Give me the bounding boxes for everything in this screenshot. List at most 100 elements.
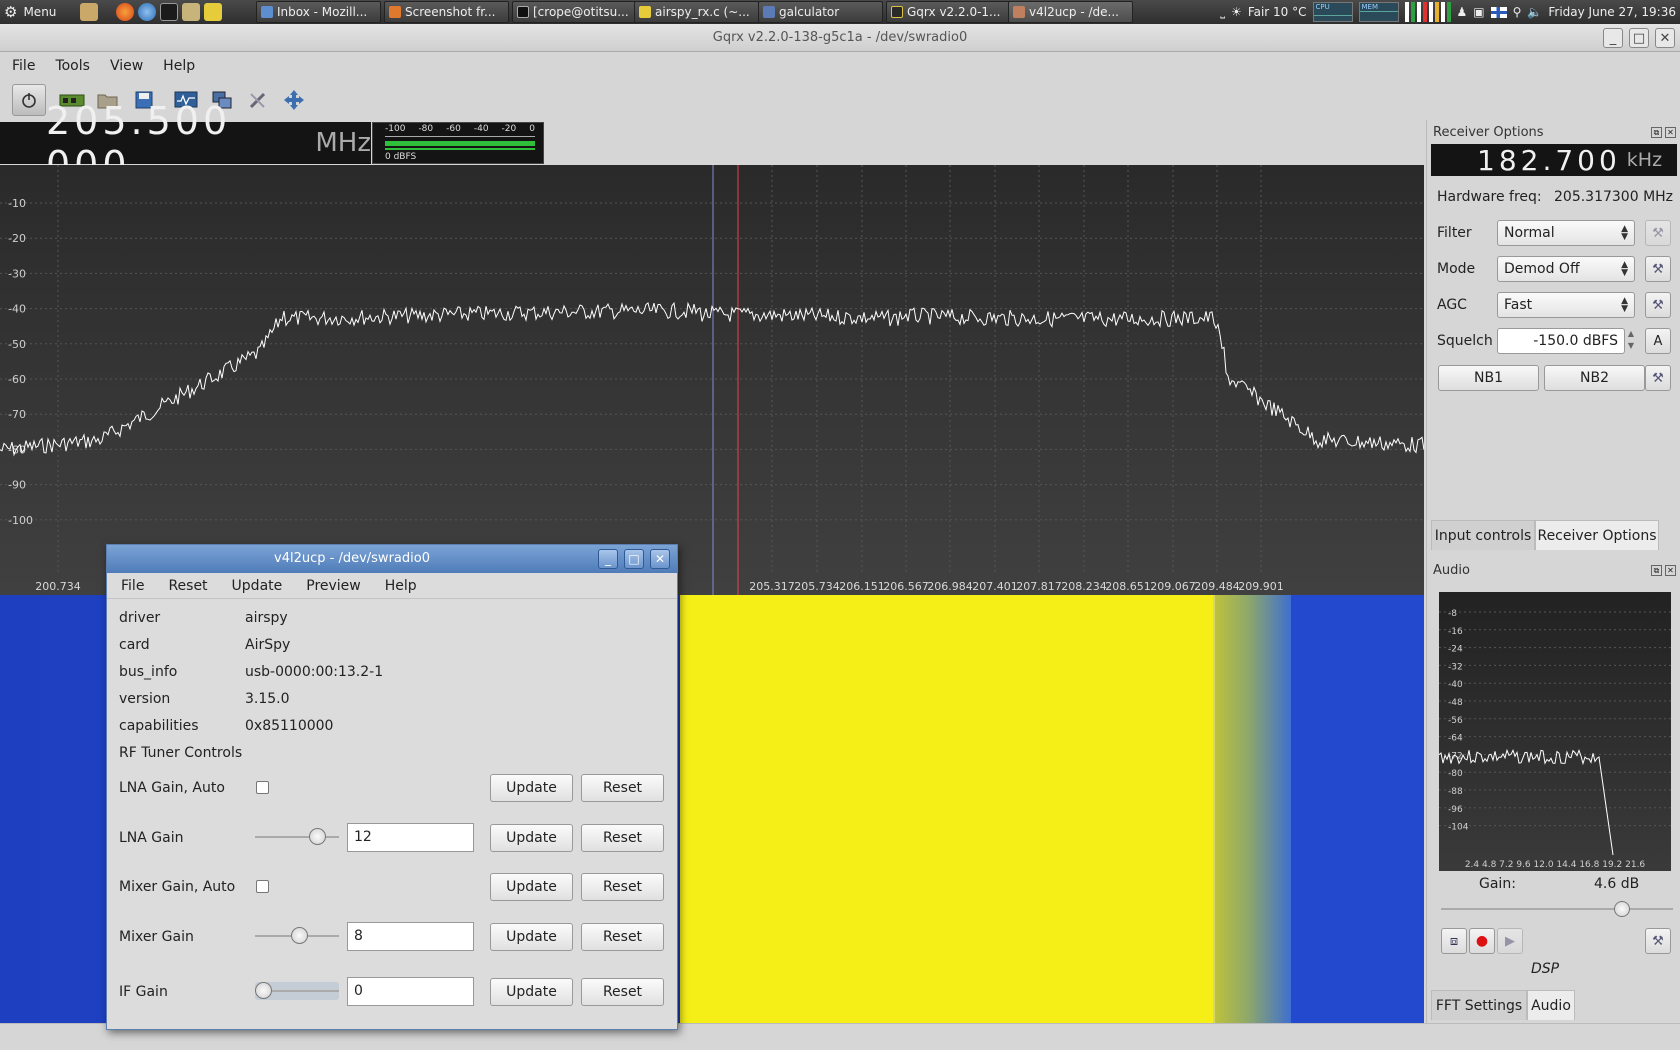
agc-select[interactable]: Fast ▲ ▼: [1497, 292, 1635, 318]
mixer-gain-input[interactable]: 8: [347, 922, 474, 951]
audio-udp-button[interactable]: ⧈: [1441, 928, 1467, 954]
agc-options-button[interactable]: ⚒: [1645, 292, 1671, 318]
if-gain-slider[interactable]: [255, 982, 339, 1000]
menu-tools[interactable]: Tools: [43, 58, 98, 74]
power-toggle-button[interactable]: [12, 84, 46, 116]
firefox-launcher-icon[interactable]: [116, 3, 134, 21]
lna-gain-input[interactable]: 12: [347, 823, 474, 852]
mem-label: MEM: [1361, 3, 1379, 11]
mixer-auto-checkbox[interactable]: [256, 880, 269, 893]
mixer-gain-reset-button[interactable]: Reset: [581, 923, 664, 951]
lna-gain-reset-button[interactable]: Reset: [581, 824, 664, 852]
nb2-button[interactable]: NB2: [1544, 365, 1645, 391]
tab-fft-settings[interactable]: FFT Settings: [1431, 990, 1527, 1020]
clock[interactable]: Friday June 27, 19:36: [1548, 5, 1676, 19]
file-manager-launcher-icon[interactable]: [80, 3, 98, 21]
offset-digits[interactable]: 182.700: [1477, 144, 1621, 177]
lna-auto-checkbox[interactable]: [256, 781, 269, 794]
thunderbird-launcher-icon[interactable]: [138, 3, 156, 21]
audio-fft-plot[interactable]: -8 -16 -24 -32 -40 -48 -56 -64 -72 -80 -88 -96 -104 2…: [1438, 592, 1671, 871]
task-v4l2ucp[interactable]: v4l2ucp - /de...: [1008, 1, 1133, 23]
frequency-display[interactable]: 205.500 000 MHz: [0, 99, 371, 187]
audio-record-button[interactable]: ●: [1469, 928, 1495, 954]
meter-tick: -100: [385, 124, 406, 134]
audio-gain-slider[interactable]: [1441, 900, 1673, 918]
task-screenshot[interactable]: Screenshot fr...: [384, 1, 509, 23]
dialog-maximize-button[interactable]: □: [624, 549, 644, 569]
finnish-flag-icon[interactable]: [1490, 6, 1507, 18]
volume-icon[interactable]: 🔈: [1527, 5, 1542, 19]
nb-options-button[interactable]: ⚒: [1645, 365, 1671, 391]
close-dock-icon[interactable]: ✕: [1665, 565, 1676, 576]
start-menu-button[interactable]: ⚙ Menu: [4, 2, 56, 22]
tab-receiver-options[interactable]: Receiver Options: [1535, 520, 1659, 550]
mixer-gain-slider[interactable]: [255, 927, 339, 945]
dialog-menu-update[interactable]: Update: [218, 578, 293, 594]
dialog-menu-preview[interactable]: Preview: [292, 578, 371, 594]
dialog-title-bar[interactable]: v4l2ucp - /dev/swradio0 _ □ ✕: [107, 545, 677, 573]
if-gain-reset-button[interactable]: Reset: [581, 978, 664, 1006]
folder-launcher-icon[interactable]: [182, 3, 200, 21]
dialog-menu-file[interactable]: File: [107, 578, 154, 594]
task-terminal[interactable]: [crope@otitsu...: [512, 1, 637, 23]
task-inbox[interactable]: Inbox - Mozill...: [256, 1, 381, 23]
slider-handle[interactable]: [290, 927, 308, 944]
menu-view[interactable]: View: [98, 58, 151, 74]
lna-auto-update-button[interactable]: Update: [490, 774, 573, 802]
weather-text[interactable]: Fair 10 °C: [1248, 5, 1307, 19]
nb1-button[interactable]: NB1: [1438, 365, 1539, 391]
slider-handle[interactable]: [255, 982, 272, 999]
filter-value: Normal: [1504, 225, 1555, 241]
spectrum-plot[interactable]: -10 -20 -30 -40 -50 -60 -70 -80 -90 -100 200.734 20…: [0, 165, 1424, 595]
squelch-spinbox[interactable]: -150.0 dBFS: [1497, 328, 1625, 354]
task-editor[interactable]: airspy_rx.c (~...: [634, 1, 759, 23]
meter-tick: 0: [529, 124, 535, 134]
audio-play-button[interactable]: ▶: [1497, 928, 1523, 954]
tab-input-controls[interactable]: Input controls: [1431, 520, 1535, 550]
terminal-launcher-icon[interactable]: [160, 3, 178, 21]
float-icon[interactable]: ⧉: [1651, 127, 1662, 138]
maximize-button[interactable]: □: [1629, 28, 1649, 48]
lna-auto-reset-button[interactable]: Reset: [581, 774, 664, 802]
mode-options-button[interactable]: ⚒: [1645, 256, 1671, 282]
lna-gain-update-button[interactable]: Update: [490, 824, 573, 852]
clipboard-icon[interactable]: ▣: [1473, 5, 1484, 19]
mixer-auto-update-button[interactable]: Update: [490, 873, 573, 901]
filter-select[interactable]: Normal ▲ ▼: [1497, 220, 1635, 246]
waterfall-signal-band: [680, 595, 1213, 1023]
dialog-menu-reset[interactable]: Reset: [154, 578, 217, 594]
float-icon[interactable]: ⧉: [1651, 565, 1662, 576]
tools-icon: ⚒: [1652, 370, 1664, 386]
squelch-auto-button[interactable]: A: [1645, 328, 1671, 354]
task-galculator[interactable]: galculator: [758, 1, 883, 23]
tab-audio[interactable]: Audio: [1527, 990, 1575, 1020]
filter-offset-display[interactable]: 182.700 kHz: [1431, 144, 1677, 177]
gqrx-title-bar[interactable]: Gqrx v2.2.0-138-g5c1a - /dev/swradio0 _ …: [0, 24, 1680, 52]
cpu-graph[interactable]: CPU: [1312, 2, 1353, 22]
slider-handle[interactable]: [1613, 901, 1630, 917]
editor-launcher-icon[interactable]: [204, 3, 222, 21]
spin-arrows-icon[interactable]: ▲ ▼: [1625, 328, 1637, 354]
slider-handle[interactable]: [308, 828, 326, 845]
menu-file[interactable]: File: [0, 58, 43, 74]
if-gain-input[interactable]: 0: [347, 977, 474, 1006]
tools-icon: ⚒: [1652, 225, 1664, 241]
mixer-auto-reset-button[interactable]: Reset: [581, 873, 664, 901]
menu-help[interactable]: Help: [151, 58, 203, 74]
minimize-button[interactable]: _: [1603, 28, 1623, 48]
mode-select[interactable]: Demod Off ▲ ▼: [1497, 256, 1635, 282]
lna-gain-slider[interactable]: [255, 828, 339, 846]
mixer-gain-update-button[interactable]: Update: [490, 923, 573, 951]
close-dock-icon[interactable]: ✕: [1665, 127, 1676, 138]
filter-options-button[interactable]: ⚒: [1645, 220, 1671, 246]
task-gqrx[interactable]: Gqrx v2.2.0-1...: [886, 1, 1011, 23]
dialog-minimize-button[interactable]: _: [598, 549, 618, 569]
dialog-close-button[interactable]: ✕: [650, 549, 670, 569]
memory-graph[interactable]: MEM: [1358, 2, 1399, 22]
dialog-menu-help[interactable]: Help: [371, 578, 427, 594]
user-icon[interactable]: ♟: [1457, 5, 1468, 19]
if-gain-update-button[interactable]: Update: [490, 978, 573, 1006]
close-button[interactable]: ✕: [1655, 28, 1675, 48]
network-icon[interactable]: ⚲: [1513, 5, 1522, 19]
audio-options-button[interactable]: ⚒: [1645, 928, 1671, 954]
